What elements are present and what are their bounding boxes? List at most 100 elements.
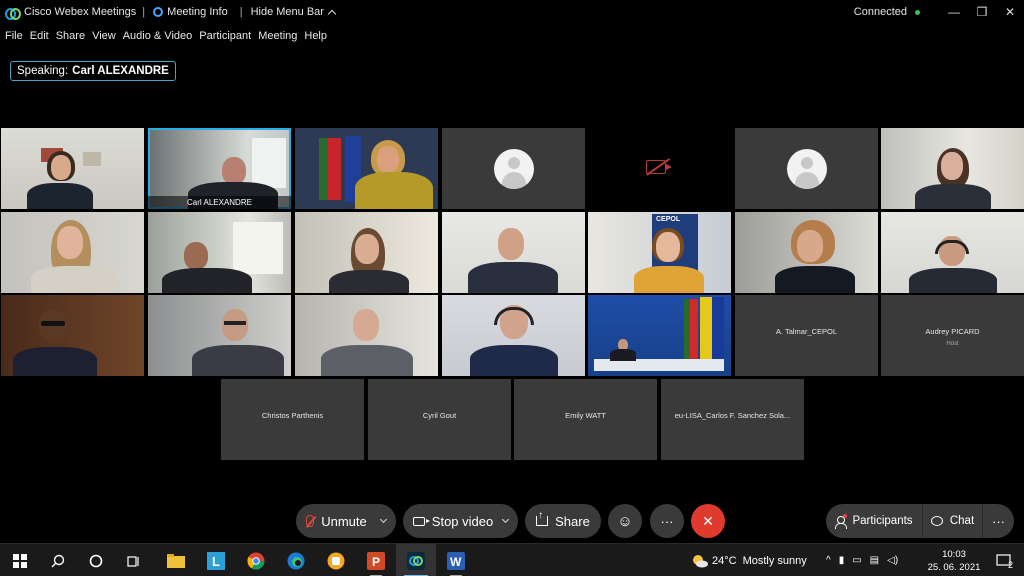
video-caption: Carl ALEXANDRE [148,196,291,209]
file-explorer-button[interactable] [156,544,196,576]
share-button[interactable]: Share [525,504,601,538]
meeting-info-button[interactable]: Meeting Info [153,6,228,18]
participant-name: Audrey PICARD [925,327,980,336]
window [233,222,283,274]
video-tile-active-speaker[interactable]: Carl ALEXANDRE [148,128,291,209]
participant-head [656,232,680,262]
video-tile[interactable]: Emily WATT [514,379,657,460]
speaking-indicator: Speaking: Carl ALEXANDRE [10,61,176,81]
video-tile[interactable] [148,212,291,293]
menu-participant[interactable]: Participant [199,30,251,42]
video-tile[interactable] [295,212,438,293]
wall-picture [83,152,101,166]
start-button[interactable] [0,544,40,576]
video-tile[interactable] [588,295,731,376]
video-tile[interactable]: eu-LISA_Carlos F. Sanchez Sola... [661,379,804,460]
notification-dot-icon [843,513,848,518]
app-l-button[interactable]: L [196,544,236,576]
cortana-button[interactable] [76,544,116,576]
video-tile[interactable] [735,128,878,209]
close-button[interactable]: ✕ [996,0,1024,24]
video-tile[interactable]: Christos Parthenis [221,379,364,460]
avatar-placeholder-icon [493,148,534,189]
edge-icon [287,552,305,569]
participant-body [470,345,558,376]
menu-help[interactable]: Help [304,30,327,42]
video-tile[interactable]: Cyril Gout [368,379,511,460]
video-tile[interactable] [588,128,731,209]
speaker-icon[interactable]: ◁) [887,555,898,566]
task-view-button[interactable] [114,544,154,576]
system-clock[interactable]: 10:03 25. 06. 2021 [924,548,984,574]
video-tile[interactable]: CEPOL [588,212,731,293]
video-tile[interactable]: A. Talmar_CEPOL [735,295,878,376]
microphone-icon[interactable]: ▮ [839,555,845,566]
minimize-button[interactable]: — [940,0,968,24]
menu-meeting[interactable]: Meeting [258,30,297,42]
windows-icon [13,553,27,568]
video-tile[interactable] [148,295,291,376]
video-tile[interactable] [442,128,585,209]
video-tile[interactable] [295,295,438,376]
participants-button[interactable]: Participants [826,504,922,538]
speaking-name: Carl ALEXANDRE [72,65,169,77]
network-icon[interactable]: ▤ [870,555,879,566]
svg-text:W: W [450,555,462,569]
restore-button[interactable]: ❐ [968,0,996,24]
search-button[interactable] [38,544,78,576]
video-tile[interactable] [881,128,1024,209]
edge-button[interactable] [276,544,316,576]
video-tile[interactable] [442,212,585,293]
chrome-icon [247,552,265,569]
stop-video-label: Stop video [431,513,494,529]
window [252,138,286,188]
word-button[interactable]: W [436,544,476,576]
menu-view[interactable]: View [92,30,116,42]
powerpoint-icon: P [367,551,385,570]
menu-audio-video[interactable]: Audio & Video [123,30,193,42]
connection-status-label: Connected [853,6,907,18]
participant-name: A. Talmar_CEPOL [775,327,838,336]
video-tile[interactable]: Audrey PICARD Host [881,295,1024,376]
stop-video-button[interactable]: Stop video [403,504,518,538]
chat-icon [930,516,943,526]
powerpoint-button[interactable]: P [356,544,396,576]
hide-menu-bar-button[interactable]: Hide Menu Bar [251,6,337,18]
participant-name: Emily WATT [565,411,606,420]
video-tile[interactable] [295,128,438,209]
cepol-logo: CEPOL [656,216,681,223]
chevron-down-icon[interactable] [502,515,510,524]
end-call-button[interactable]: ✕ [691,504,725,538]
more-options-button[interactable]: ··· [650,504,684,538]
battery-icon[interactable]: ▭ [852,555,861,566]
chat-button[interactable]: Chat [922,504,982,538]
weather-widget[interactable]: 24°C Mostly sunny [692,544,807,576]
app-l-icon: L [207,551,225,570]
more-panels-button[interactable]: ··· [982,504,1014,538]
menu-edit[interactable]: Edit [30,30,49,42]
webex-taskbar-button[interactable] [396,544,436,576]
participant-name: eu-LISA_Carlos F. Sanchez Sola... [674,411,791,420]
app-name: Cisco Webex Meetings [24,6,137,18]
notifications-button[interactable]: 2 [984,544,1024,576]
chrome-button[interactable] [236,544,276,576]
chevron-down-icon[interactable] [379,515,387,524]
reactions-button[interactable]: ☺ [608,504,642,538]
unmute-button[interactable]: Unmute [296,504,396,538]
video-tile[interactable] [1,295,144,376]
media-app-button[interactable] [316,544,356,576]
participant-name: Cyril Gout [422,411,457,420]
participant-body [192,345,284,376]
chevron-up-icon[interactable]: ^ [826,555,831,566]
participant-head [797,230,823,262]
share-icon [536,510,549,526]
video-tile[interactable] [735,212,878,293]
video-tile[interactable] [442,295,585,376]
video-tile[interactable] [1,128,144,209]
svg-text:L: L [212,554,220,569]
video-tile[interactable] [1,212,144,293]
video-tile[interactable] [881,212,1024,293]
title-separator-2: | [239,6,243,18]
menu-file[interactable]: File [5,30,23,42]
menu-share[interactable]: Share [56,30,85,42]
